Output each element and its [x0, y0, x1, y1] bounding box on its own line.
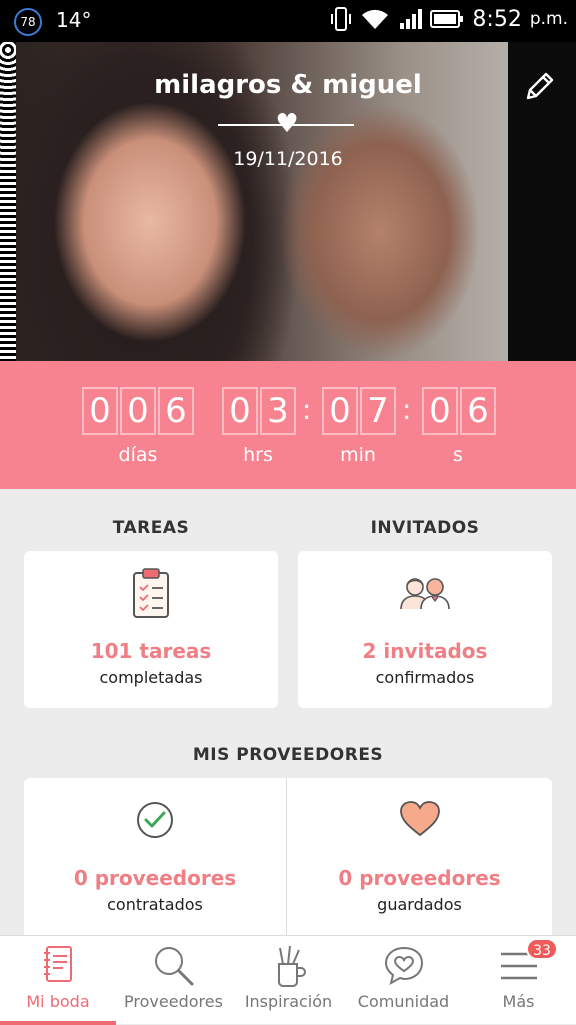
vibrate-icon — [331, 7, 352, 31]
edit-button[interactable] — [522, 70, 556, 104]
saved-providers-panel[interactable]: 0 proveedores guardados — [287, 778, 552, 936]
tab-label: Proveedores — [124, 992, 223, 1011]
days-digit: 0 — [120, 387, 156, 435]
tab-label: Más — [502, 992, 535, 1011]
countdown-colon: : — [402, 393, 412, 426]
tasks-section-title: TAREAS — [112, 518, 190, 538]
hours-digit: 0 — [222, 387, 258, 435]
providers-section-title: MIS PROVEEDORES — [192, 745, 384, 765]
chat-heart-icon — [384, 946, 423, 985]
tab-mi-boda[interactable]: Mi boda — [0, 936, 116, 1025]
tab-label: Mi boda — [26, 992, 90, 1011]
minutes-digit: 0 — [322, 387, 358, 435]
battery-icon — [430, 10, 464, 28]
tasks-status: completadas — [99, 668, 203, 687]
pencil-icon — [526, 72, 554, 100]
hired-providers-panel[interactable]: 0 proveedores contratados — [24, 778, 286, 936]
hired-providers-count: 0 proveedores — [73, 866, 237, 890]
guests-status: confirmados — [375, 668, 475, 687]
status-icons: 8:52 p.m. — [330, 6, 568, 32]
tab-label: Comunidad — [357, 992, 450, 1011]
clock-ampm: p.m. — [529, 9, 568, 29]
check-circle-icon — [137, 802, 173, 838]
tasks-card[interactable]: 101 tareas completadas — [24, 551, 278, 708]
guests-count: 2 invitados — [362, 639, 488, 663]
days-digit: 0 — [82, 387, 118, 435]
guests-people-icon — [400, 578, 450, 610]
hired-providers-status: contratados — [107, 895, 203, 914]
countdown-colon: : — [302, 393, 312, 426]
days-digit: 6 — [158, 387, 194, 435]
heart-divider-icon: ♥ — [275, 109, 299, 139]
seconds-label: s — [453, 444, 463, 466]
signal-icon — [400, 9, 423, 29]
seconds-digit: 6 — [460, 387, 496, 435]
temperature: 14° — [56, 8, 92, 32]
saved-providers-count: 0 proveedores — [338, 866, 501, 890]
days-label: días — [118, 444, 158, 466]
active-tab-indicator — [0, 1021, 116, 1025]
tab-label: Inspiración — [244, 992, 333, 1011]
notification-count: 78 — [20, 15, 36, 29]
tab-comunidad[interactable]: Comunidad — [346, 936, 461, 1025]
tasks-count: 101 tareas — [90, 639, 212, 663]
hours-label: hrs — [243, 444, 273, 466]
seconds-digit: 0 — [422, 387, 458, 435]
minutes-digit: 7 — [360, 387, 396, 435]
notebook-icon — [44, 946, 72, 982]
countdown-panel: 0 0 6 0 3 : 0 7 : 0 6 días hrs min s — [0, 361, 576, 489]
search-icon — [154, 947, 193, 986]
notification-count-badge: 78 — [14, 8, 42, 36]
wifi-icon — [362, 9, 389, 29]
saved-providers-status: guardados — [377, 895, 462, 914]
couple-names: milagros & miguel — [154, 70, 422, 100]
more-notification-badge: 33 — [526, 938, 558, 960]
tab-mas[interactable]: Más — [461, 936, 576, 1025]
clipboard-checklist-icon — [133, 568, 169, 618]
heart-icon — [399, 801, 440, 837]
guests-card[interactable]: 2 invitados confirmados — [298, 551, 552, 708]
brush-cup-icon — [277, 945, 306, 987]
status-bar: 78 14° 8:52 p.m. — [0, 0, 576, 42]
guests-section-title: INVITADOS — [370, 518, 480, 538]
bottom-tab-bar: Mi boda Proveedores Inspiración Comunida… — [0, 935, 576, 1025]
couple-photo-header[interactable]: milagros & miguel ♥ 19/11/2016 — [0, 42, 576, 361]
tab-inspiracion[interactable]: Inspiración — [231, 936, 346, 1025]
tab-proveedores[interactable]: Proveedores — [116, 936, 231, 1025]
hours-digit: 3 — [260, 387, 296, 435]
minutes-label: min — [340, 444, 376, 466]
clock-time: 8:52 — [472, 6, 522, 32]
wedding-date: 19/11/2016 — [233, 148, 343, 170]
